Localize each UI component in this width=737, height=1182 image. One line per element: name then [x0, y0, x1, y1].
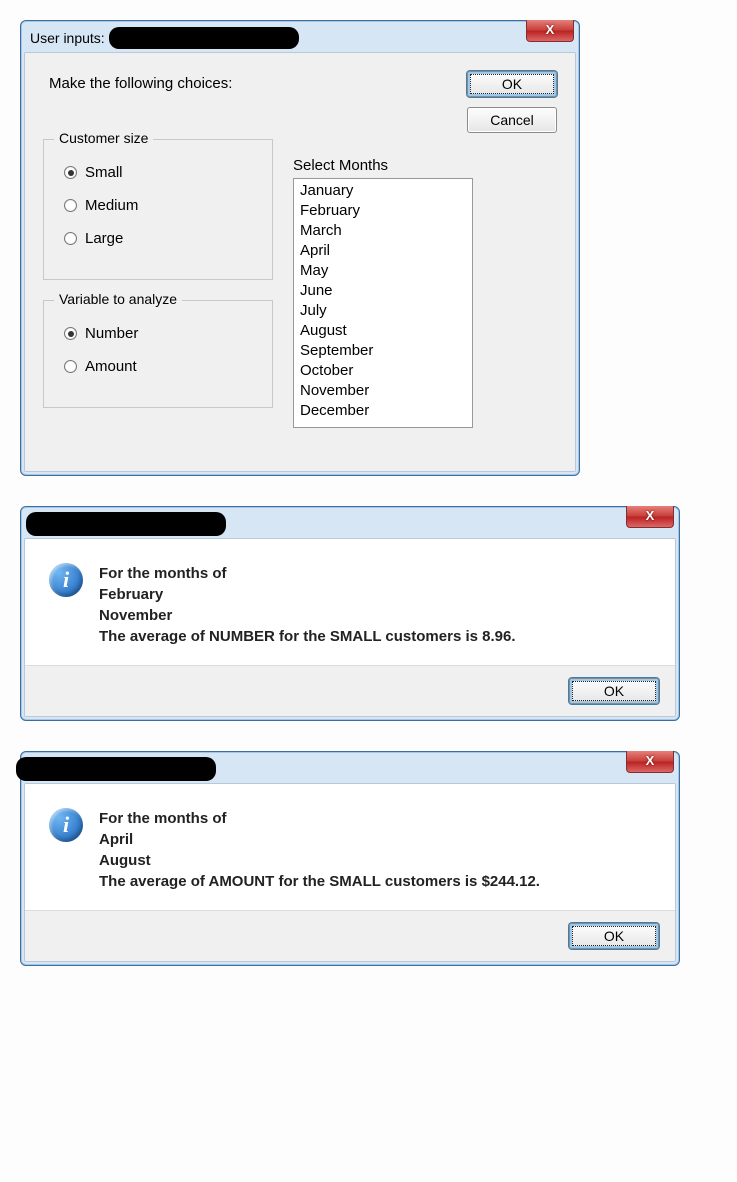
radio-icon: [64, 166, 77, 179]
list-item[interactable]: September: [300, 341, 466, 361]
redacted-title-portion: [109, 27, 299, 49]
list-item[interactable]: August: [300, 321, 466, 341]
list-item[interactable]: December: [300, 401, 466, 421]
info-icon: i: [49, 563, 83, 597]
radio-icon: [64, 232, 77, 245]
radio-amount[interactable]: Amount: [64, 358, 258, 375]
redacted-title: [16, 757, 216, 781]
dialog-body: i For the months of April August The ave…: [24, 783, 676, 962]
variable-legend: Variable to analyze: [54, 291, 182, 307]
dialog-body: i For the months of February November Th…: [24, 538, 676, 717]
list-item[interactable]: April: [300, 241, 466, 261]
list-item[interactable]: November: [300, 381, 466, 401]
radio-label: Number: [85, 325, 138, 342]
radio-number[interactable]: Number: [64, 325, 258, 342]
prompt-text: Make the following choices:: [49, 75, 467, 92]
radio-icon: [64, 199, 77, 212]
dialog-body: Make the following choices: OK Cancel Cu…: [24, 52, 576, 472]
months-label: Select Months: [293, 157, 557, 174]
radio-label: Medium: [85, 197, 138, 214]
list-item[interactable]: October: [300, 361, 466, 381]
result-dialog-1: X i For the months of February November …: [20, 506, 680, 721]
close-icon: X: [646, 753, 655, 768]
title-text: User inputs:: [30, 30, 105, 46]
customer-size-group: Customer size Small Medium Large: [43, 139, 273, 280]
list-item[interactable]: February: [300, 201, 466, 221]
close-button[interactable]: X: [626, 506, 674, 528]
list-item[interactable]: July: [300, 301, 466, 321]
list-item[interactable]: January: [300, 181, 466, 201]
ok-button[interactable]: OK: [569, 923, 659, 949]
radio-medium[interactable]: Medium: [64, 197, 258, 214]
ok-button[interactable]: OK: [467, 71, 557, 97]
close-button[interactable]: X: [526, 20, 574, 42]
radio-small[interactable]: Small: [64, 164, 258, 181]
list-item[interactable]: June: [300, 281, 466, 301]
close-button[interactable]: X: [626, 751, 674, 773]
cancel-button[interactable]: Cancel: [467, 107, 557, 133]
message-text: For the months of February November The …: [99, 563, 516, 647]
titlebar: X: [24, 510, 676, 538]
ok-button[interactable]: OK: [569, 678, 659, 704]
radio-icon: [64, 360, 77, 373]
radio-label: Large: [85, 230, 123, 247]
variable-group: Variable to analyze Number Amount: [43, 300, 273, 408]
redacted-title: [26, 512, 226, 536]
message-text: For the months of April August The avera…: [99, 808, 540, 892]
list-item[interactable]: May: [300, 261, 466, 281]
radio-icon: [64, 327, 77, 340]
result-dialog-2: X i For the months of April August The a…: [20, 751, 680, 966]
radio-large[interactable]: Large: [64, 230, 258, 247]
close-icon: X: [646, 508, 655, 523]
close-icon: X: [546, 22, 555, 37]
titlebar: X: [24, 755, 676, 783]
titlebar: User inputs: X: [24, 24, 576, 52]
dialog-footer: OK: [25, 910, 675, 961]
radio-label: Small: [85, 164, 123, 181]
list-item[interactable]: March: [300, 221, 466, 241]
dialog-footer: OK: [25, 665, 675, 716]
user-inputs-dialog: User inputs: X Make the following choice…: [20, 20, 580, 476]
customer-size-legend: Customer size: [54, 130, 153, 146]
months-listbox[interactable]: January February March April May June Ju…: [293, 178, 473, 428]
radio-label: Amount: [85, 358, 137, 375]
info-icon: i: [49, 808, 83, 842]
